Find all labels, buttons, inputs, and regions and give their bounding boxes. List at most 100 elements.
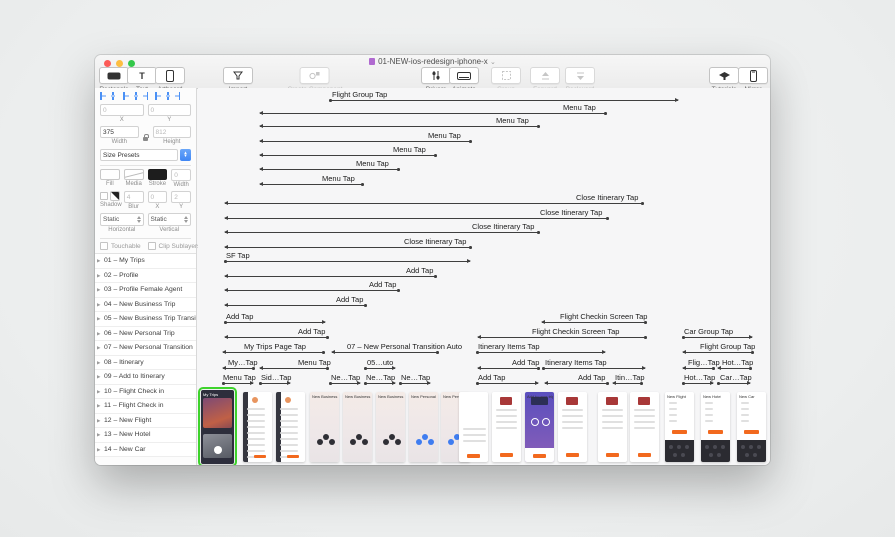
transition-arrow[interactable] [260, 184, 362, 185]
layer-row-flight-check-in[interactable]: 10 – Flight Check in [95, 385, 196, 400]
artboard-thumbnail-new-business-trip[interactable]: New Business Trip [343, 392, 372, 462]
transition-arrow[interactable] [260, 169, 398, 170]
stroke-swatch[interactable] [148, 169, 168, 180]
transition-arrow[interactable] [330, 383, 360, 384]
transition-arrow[interactable] [478, 368, 538, 369]
layer-row-new-hotel[interactable]: 13 – New Hotel [95, 428, 196, 443]
layer-row-new-car[interactable]: 14 – New Car [95, 443, 196, 458]
layer-row-my-trips[interactable]: 01 – My Trips [95, 254, 196, 269]
shadow-checkbox[interactable] [100, 192, 108, 200]
horizontal-behavior-select[interactable]: Static [100, 213, 144, 226]
transition-arrow[interactable] [223, 383, 253, 384]
transition-arrow[interactable] [225, 203, 642, 204]
transition-arrow[interactable] [260, 141, 470, 142]
transition-arrow[interactable] [330, 100, 678, 101]
layer-row-profile-female-agent[interactable]: 03 – Profile Female Agent [95, 283, 196, 298]
transition-arrow[interactable] [223, 352, 323, 353]
transition-arrow[interactable] [260, 126, 538, 127]
transition-arrow[interactable] [542, 322, 645, 323]
canvas[interactable]: Flight Group TapMenu TapMenu TapMenu Tap… [198, 88, 770, 465]
y-field[interactable]: 0 [148, 104, 192, 116]
artboard-thumbnail-new-business-trip[interactable]: New Business Trip [376, 392, 405, 462]
distribute-left-icon[interactable] [123, 92, 130, 100]
artboard-thumbnail-new-hotel[interactable]: New Hotel [701, 392, 730, 462]
transition-arrow[interactable] [683, 352, 752, 353]
transition-arrow[interactable] [260, 383, 290, 384]
stroke-width-field[interactable]: 0 [171, 169, 191, 181]
transition-arrow[interactable] [613, 383, 641, 384]
shadow-y-field[interactable]: 2 [171, 191, 191, 203]
transition-arrow[interactable] [718, 383, 750, 384]
height-field[interactable]: 812 [153, 126, 192, 138]
distribute-center-icon[interactable] [132, 92, 139, 100]
transition-arrow[interactable] [365, 383, 395, 384]
transition-arrow[interactable] [225, 232, 538, 233]
transition-arrow[interactable] [260, 155, 435, 156]
transition-arrow[interactable] [225, 218, 607, 219]
artboard-thumbnail[interactable] [558, 392, 587, 462]
transition-arrow[interactable] [225, 305, 365, 306]
align-h-center-icon[interactable] [109, 92, 116, 100]
x-field[interactable]: 0 [100, 104, 144, 116]
distribute-right-icon[interactable] [141, 92, 148, 100]
transition-arrow[interactable] [225, 261, 470, 262]
transition-arrow[interactable] [683, 368, 713, 369]
layer-row-new-personal-trip[interactable]: 06 – New Personal Trip [95, 327, 196, 342]
layer-row-profile[interactable]: 02 – Profile [95, 269, 196, 284]
transition-arrow[interactable] [683, 383, 713, 384]
vertical-behavior-select[interactable]: Static [148, 213, 192, 226]
layer-row-new-flight[interactable]: 12 – New Flight [95, 414, 196, 429]
transition-arrow[interactable] [332, 352, 437, 353]
shadow-x-field[interactable]: 0 [148, 191, 168, 203]
layer-row-flight-check-in[interactable]: 11 – Flight Check in [95, 399, 196, 414]
transition-arrow[interactable] [223, 368, 253, 369]
media-swatch[interactable] [124, 169, 144, 180]
artboard-thumbnail[interactable] [276, 392, 305, 462]
artboard-thumbnail[interactable] [459, 392, 488, 462]
transition-arrow[interactable] [478, 337, 645, 338]
transition-arrow[interactable] [225, 247, 470, 248]
lock-ratio-icon[interactable] [143, 134, 149, 141]
transition-arrow[interactable] [718, 368, 750, 369]
transition-arrow[interactable] [543, 368, 645, 369]
transition-arrow[interactable] [400, 383, 430, 384]
transition-arrow[interactable] [260, 368, 327, 369]
size-presets-select[interactable]: Size Presets [100, 149, 178, 161]
transition-arrow[interactable] [225, 276, 435, 277]
layer-row-new-business-trip[interactable]: 04 – New Business Trip [95, 298, 196, 313]
artboard-thumbnail[interactable] [243, 392, 272, 462]
fill-swatch[interactable] [100, 169, 120, 180]
transition-arrow[interactable] [365, 368, 395, 369]
artboard-thumbnail-add-to-your-trip[interactable]: Add to your trip [525, 392, 554, 462]
artboard-thumbnail[interactable] [630, 392, 659, 462]
layer-row-new-business-trip-transition[interactable]: 05 – New Business Trip Transition [95, 312, 196, 327]
transition-arrow[interactable] [260, 113, 605, 114]
artboard-thumbnail-new-business-trip[interactable]: New Business Trip [310, 392, 339, 462]
transition-arrow[interactable] [683, 337, 752, 338]
title-chevron-icon[interactable]: ⌄ [490, 59, 496, 66]
width-field[interactable]: 375 [100, 126, 139, 138]
pin-h-icon[interactable] [164, 92, 171, 100]
artboard-thumbnail-new-car[interactable]: New Car [737, 392, 766, 462]
transition-arrow[interactable] [225, 337, 327, 338]
touchable-checkbox[interactable] [100, 242, 108, 250]
artboard-thumbnail[interactable] [598, 392, 627, 462]
transition-arrow[interactable] [225, 290, 398, 291]
layer-row-new-personal-transition[interactable]: 07 – New Personal Transition [95, 341, 196, 356]
artboard-thumbnail-my-trips[interactable]: My Trips [201, 390, 234, 464]
pin-right-icon[interactable] [173, 92, 180, 100]
size-presets-stepper[interactable]: ▴▾ [180, 149, 191, 161]
align-left-icon[interactable] [100, 92, 107, 100]
artboard-thumbnail-new-flight[interactable]: New Flight [665, 392, 694, 462]
pin-left-icon[interactable] [155, 92, 162, 100]
transition-arrow[interactable] [225, 322, 325, 323]
transition-arrow[interactable] [545, 383, 607, 384]
artboard-thumbnail[interactable] [492, 392, 521, 462]
shadow-color-well[interactable] [110, 191, 120, 201]
transition-arrow[interactable] [477, 383, 538, 384]
blur-field[interactable]: 4 [124, 191, 144, 203]
transition-arrow[interactable] [477, 352, 605, 353]
layer-row-add-to-itinerary[interactable]: 09 – Add to Itinerary [95, 370, 196, 385]
clip-sublayers-checkbox[interactable] [148, 242, 156, 250]
layer-row-itinerary[interactable]: 08 – Itinerary [95, 356, 196, 371]
